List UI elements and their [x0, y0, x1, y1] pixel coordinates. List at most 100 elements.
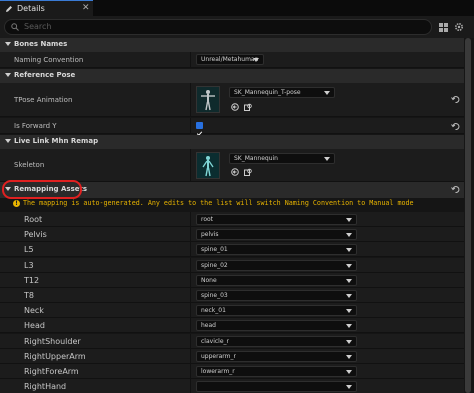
browse-folder-icon[interactable]: [244, 103, 252, 111]
chevron-down-icon: [324, 157, 330, 161]
mapping-row: Root root: [0, 212, 464, 227]
mapping-bone-label: L3: [24, 261, 34, 270]
column-divider: [190, 303, 191, 318]
mapping-bone-label: Root: [24, 215, 43, 224]
tpose-thumbnail[interactable]: [196, 86, 220, 113]
scrollbar-thumb[interactable]: [465, 38, 471, 393]
mapping-target-dropdown[interactable]: spine_03: [196, 290, 357, 301]
warning-icon: !: [13, 200, 20, 207]
chevron-down-icon: [5, 42, 11, 46]
mapping-row: RightHand: [0, 379, 464, 393]
naming-convention-dropdown[interactable]: Unreal/Metahuman: [196, 54, 264, 65]
tpose-asset-value: SK_Mannequin_T-pose: [234, 89, 301, 96]
chevron-down-icon: [346, 264, 352, 268]
use-selected-arrow-icon[interactable]: [231, 103, 239, 111]
mapping-target-dropdown[interactable]: spine_02: [196, 260, 357, 271]
row-is-forward-y: Is Forward Y: [0, 118, 464, 136]
chevron-down-icon: [346, 233, 352, 237]
mapping-row: RightForeArm lowerarm_r: [0, 364, 464, 379]
naming-convention-label: Naming Convention: [14, 56, 84, 64]
mapping-row: RightShoulder clavicle_r: [0, 334, 464, 349]
chevron-down-icon: [346, 385, 352, 389]
mapping-target-value: clavicle_r: [201, 338, 229, 345]
settings-gear-icon[interactable]: [452, 20, 466, 34]
tab-title: Details: [17, 4, 45, 13]
mapping-bone-label: RightUpperArm: [24, 352, 86, 361]
skeleton-thumbnail[interactable]: [196, 152, 220, 179]
row-naming-convention: Naming Convention Unreal/Metahuman: [0, 52, 464, 68]
row-tpose-animation: TPose Animation SK_Mannequin_T-pose: [0, 83, 464, 117]
category-title: Bones Names: [14, 40, 68, 48]
mapping-target-value: head: [201, 322, 216, 329]
category-title: Reference Pose: [14, 71, 76, 79]
mapping-target-value: root: [201, 216, 214, 223]
close-icon[interactable]: ✕: [82, 3, 90, 13]
chevron-down-icon: [5, 139, 11, 143]
use-selected-arrow-icon[interactable]: [231, 168, 239, 176]
chevron-down-icon: [346, 279, 352, 283]
mapping-target-dropdown[interactable]: pelvis: [196, 229, 357, 240]
column-divider: [190, 242, 191, 257]
mapping-bone-label: T8: [24, 291, 34, 300]
mapping-row: Head head: [0, 318, 464, 333]
skeleton-asset-dropdown[interactable]: SK_Mannequin: [229, 153, 335, 164]
chevron-down-icon: [346, 324, 352, 328]
category-bones-names[interactable]: Bones Names: [0, 38, 464, 52]
mapping-target-dropdown[interactable]: root: [196, 214, 357, 225]
reset-arrow-icon[interactable]: [451, 95, 460, 104]
row-skeleton: Skeleton SK_Mannequin: [0, 149, 464, 182]
category-reference-pose[interactable]: Reference Pose: [0, 69, 464, 83]
column-divider: [190, 52, 191, 68]
column-divider: [190, 334, 191, 349]
mapping-bone-label: L5: [24, 245, 34, 254]
mapping-target-dropdown[interactable]: head: [196, 320, 357, 331]
column-divider: [190, 118, 191, 134]
column-divider: [190, 379, 191, 393]
tpose-asset-dropdown[interactable]: SK_Mannequin_T-pose: [229, 87, 335, 98]
mapping-target-dropdown[interactable]: neck_01: [196, 305, 357, 316]
column-divider: [190, 83, 191, 117]
mapping-bone-label: RightHand: [24, 382, 67, 391]
search-placeholder: Search: [24, 22, 52, 31]
chevron-down-icon: [346, 370, 352, 374]
mapping-target-dropdown[interactable]: spine_01: [196, 244, 357, 255]
mapping-target-dropdown[interactable]: None: [196, 275, 357, 286]
chevron-down-icon: [346, 248, 352, 252]
mapping-bone-label: Head: [24, 321, 45, 330]
is-forward-y-checkbox[interactable]: [196, 122, 203, 136]
scrollbar[interactable]: [464, 38, 472, 393]
mannequin-tpose-icon: [201, 89, 215, 110]
mapping-target-value: pelvis: [201, 231, 219, 238]
mapping-target-dropdown[interactable]: upperarm_r: [196, 351, 357, 362]
search-icon: [11, 23, 19, 31]
column-divider: [190, 288, 191, 303]
mapping-target-dropdown[interactable]: lowerarm_r: [196, 366, 357, 377]
category-title: Live Link Mhn Remap: [14, 137, 99, 145]
mapping-row: Neck neck_01: [0, 303, 464, 318]
is-forward-y-label: Is Forward Y: [14, 122, 57, 130]
pencil-icon: [6, 5, 12, 12]
chevron-down-icon: [253, 58, 259, 62]
mapping-bone-label: RightForeArm: [24, 367, 79, 376]
browse-folder-icon[interactable]: [244, 168, 252, 176]
search-input[interactable]: Search: [4, 19, 432, 35]
tab-bar: Details ✕: [0, 0, 474, 16]
mapping-target-dropdown[interactable]: [196, 381, 357, 392]
category-live-link-remap[interactable]: Live Link Mhn Remap: [0, 135, 464, 149]
reset-arrow-icon[interactable]: [451, 185, 460, 194]
column-divider: [190, 364, 191, 379]
tab-details[interactable]: Details ✕: [0, 0, 93, 16]
reset-arrow-icon[interactable]: [451, 122, 460, 131]
mapping-target-value: spine_02: [201, 262, 228, 269]
mapping-bone-label: RightShoulder: [24, 337, 81, 346]
search-row: Search: [0, 16, 474, 38]
naming-convention-value: Unreal/Metahuman: [201, 56, 259, 63]
mapping-target-value: lowerarm_r: [201, 368, 235, 375]
column-divider: [190, 273, 191, 288]
column-divider: [190, 258, 191, 273]
mapping-target-value: upperarm_r: [201, 353, 236, 360]
chevron-down-icon: [346, 294, 352, 298]
mapping-target-value: neck_01: [201, 307, 226, 314]
grid-view-icon[interactable]: [436, 20, 450, 34]
mapping-target-dropdown[interactable]: clavicle_r: [196, 336, 357, 347]
